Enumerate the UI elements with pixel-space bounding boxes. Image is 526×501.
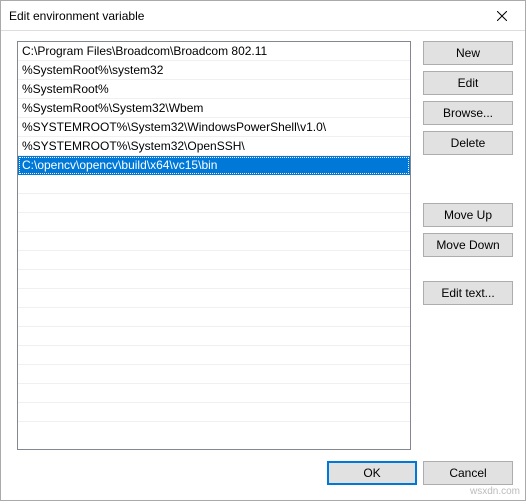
list-item-empty[interactable] [18,384,410,403]
list-item[interactable]: C:\opencv\opencv\build\x64\vc15\bin [18,156,410,175]
move-down-button[interactable]: Move Down [423,233,513,257]
list-item-empty[interactable] [18,213,410,232]
titlebar: Edit environment variable [1,1,525,31]
list-item-empty[interactable] [18,194,410,213]
list-item[interactable]: C:\Program Files\Broadcom\Broadcom 802.1… [18,42,410,61]
list-item-empty[interactable] [18,289,410,308]
list-item-empty[interactable] [18,270,410,289]
new-button[interactable]: New [423,41,513,65]
list-item-empty[interactable] [18,308,410,327]
list-item-empty[interactable] [18,346,410,365]
list-item-empty[interactable] [18,403,410,422]
button-sidebar: New Edit Browse... Delete Move Up Move D… [423,41,513,450]
list-item[interactable]: %SystemRoot%\System32\Wbem [18,99,410,118]
close-icon [497,11,507,21]
list-item[interactable]: %SYSTEMROOT%\System32\WindowsPowerShell\… [18,118,410,137]
dialog-footer: OK Cancel [1,456,525,500]
edit-button[interactable]: Edit [423,71,513,95]
close-button[interactable] [479,1,525,31]
list-item-empty[interactable] [18,232,410,251]
list-item-empty[interactable] [18,175,410,194]
list-item[interactable]: %SystemRoot%\system32 [18,61,410,80]
cancel-button[interactable]: Cancel [423,461,513,485]
move-up-button[interactable]: Move Up [423,203,513,227]
list-item-empty[interactable] [18,327,410,346]
path-listbox[interactable]: C:\Program Files\Broadcom\Broadcom 802.1… [17,41,411,450]
spacer [423,161,513,197]
list-item-empty[interactable] [18,251,410,270]
dialog-window: Edit environment variable C:\Program Fil… [0,0,526,501]
delete-button[interactable]: Delete [423,131,513,155]
spacer [423,263,513,275]
list-item[interactable]: %SYSTEMROOT%\System32\OpenSSH\ [18,137,410,156]
list-item-empty[interactable] [18,365,410,384]
window-title: Edit environment variable [9,9,479,23]
edit-text-button[interactable]: Edit text... [423,281,513,305]
ok-button[interactable]: OK [327,461,417,485]
content-area: C:\Program Files\Broadcom\Broadcom 802.1… [1,31,525,456]
list-item[interactable]: %SystemRoot% [18,80,410,99]
browse-button[interactable]: Browse... [423,101,513,125]
